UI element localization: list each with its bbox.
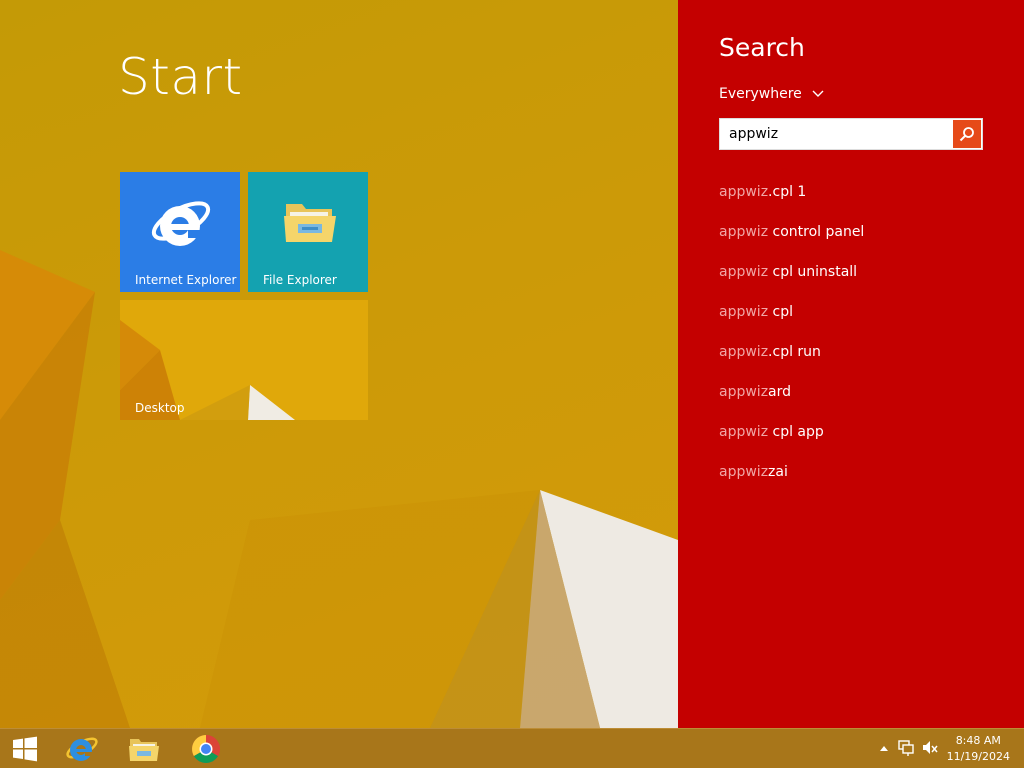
- suggestion-rest: ard: [768, 384, 792, 400]
- start-title: Start: [118, 48, 243, 106]
- network-icon[interactable]: [898, 739, 914, 757]
- show-hidden-icons-arrow[interactable]: [880, 745, 888, 751]
- chevron-down-icon: [812, 90, 824, 97]
- clock[interactable]: 8:48 AM 11/19/2024: [947, 733, 1010, 765]
- search-suggestion[interactable]: appwiz cpl app: [719, 424, 864, 464]
- suggestion-match: appwiz: [719, 344, 769, 360]
- search-pane: Search Everywhere appwiz.cpl 1 appwiz co…: [678, 0, 1024, 728]
- search-pane-title: Search: [719, 33, 805, 62]
- tile-desktop[interactable]: Desktop: [120, 300, 368, 420]
- search-box: [719, 118, 983, 150]
- search-scope-label: Everywhere: [719, 86, 802, 102]
- suggestion-rest: .cpl run: [768, 344, 821, 360]
- file-explorer-icon: [284, 204, 336, 242]
- search-suggestions: appwiz.cpl 1 appwiz control panel appwiz…: [719, 184, 864, 504]
- suggestion-rest: cpl app: [768, 424, 824, 440]
- tile-label-file-explorer: File Explorer: [263, 273, 337, 287]
- volume-muted-icon[interactable]: [922, 739, 938, 757]
- tile-label-internet-explorer: Internet Explorer: [135, 273, 237, 287]
- search-button[interactable]: [953, 120, 981, 148]
- taskbar: 8:48 AM 11/19/2024: [0, 728, 1024, 768]
- search-suggestion[interactable]: appwizard: [719, 384, 864, 424]
- taskbar-internet-explorer[interactable]: [54, 729, 110, 769]
- suggestion-match: appwiz: [719, 464, 769, 480]
- search-scope-dropdown[interactable]: Everywhere: [719, 86, 824, 102]
- taskbar-file-explorer[interactable]: [116, 729, 172, 769]
- suggestion-rest: control panel: [768, 224, 865, 240]
- suggestion-rest: cpl: [768, 304, 793, 320]
- internet-explorer-icon: [66, 737, 98, 761]
- suggestion-match: appwiz: [719, 224, 769, 240]
- search-icon: [959, 127, 974, 142]
- suggestion-match: appwiz: [719, 384, 769, 400]
- search-suggestion[interactable]: appwiz cpl: [719, 304, 864, 344]
- clock-date: 11/19/2024: [946, 750, 1010, 763]
- taskbar-chrome[interactable]: [178, 729, 234, 769]
- suggestion-match: appwiz: [719, 304, 769, 320]
- suggestion-rest: .cpl 1: [768, 184, 807, 200]
- search-suggestion[interactable]: appwiz cpl uninstall: [719, 264, 864, 304]
- search-suggestion[interactable]: appwizzai: [719, 464, 864, 504]
- file-explorer-icon: [129, 739, 159, 761]
- suggestion-match: appwiz: [719, 264, 769, 280]
- tile-label-desktop: Desktop: [135, 401, 185, 415]
- start-button[interactable]: [0, 729, 50, 769]
- search-input[interactable]: [720, 119, 952, 149]
- system-tray: 8:48 AM 11/19/2024: [864, 729, 1024, 769]
- suggestion-rest: cpl uninstall: [768, 264, 858, 280]
- search-suggestion[interactable]: appwiz.cpl 1: [719, 184, 864, 224]
- tile-internet-explorer[interactable]: Internet Explorer: [120, 172, 240, 292]
- suggestion-match: appwiz: [719, 424, 769, 440]
- tile-file-explorer[interactable]: File Explorer: [248, 172, 368, 292]
- search-suggestion[interactable]: appwiz control panel: [719, 224, 864, 264]
- clock-time: 8:48 AM: [955, 734, 1001, 747]
- internet-explorer-icon: [151, 201, 211, 246]
- windows-logo-icon: [13, 736, 37, 762]
- chrome-icon: [192, 735, 220, 763]
- suggestion-match: appwiz: [719, 184, 769, 200]
- suggestion-rest: zai: [768, 464, 788, 480]
- start-screen: Start Internet Explorer File Explorer De…: [0, 0, 678, 728]
- search-suggestion[interactable]: appwiz.cpl run: [719, 344, 864, 384]
